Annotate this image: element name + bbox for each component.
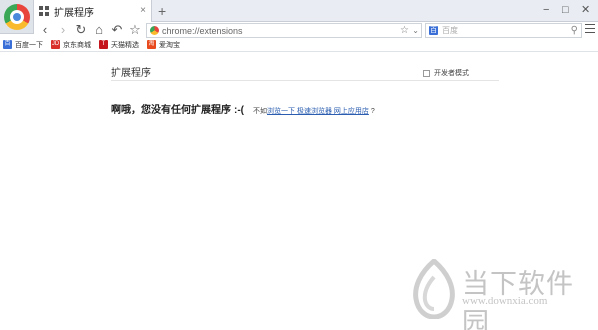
developer-mode-toggle[interactable]: 开发者模式 xyxy=(423,68,469,78)
bookmark-label: 百度一下 xyxy=(15,41,43,49)
maximize-button[interactable]: □ xyxy=(562,3,569,17)
empty-state-message: 啊哦，您没有任何扩展程序 :-( 不如 浏览一下 极速浏览器 网上应用店 ? xyxy=(111,101,375,116)
watermark-url: www.downxia.com xyxy=(462,295,548,307)
tmall-icon: T xyxy=(99,40,108,49)
minimize-button[interactable]: − xyxy=(543,3,549,17)
empty-suffix: ? xyxy=(370,108,375,115)
browser-logo-icon[interactable] xyxy=(0,0,34,34)
bookmark-label: 天猫精选 xyxy=(111,41,139,49)
bookmark-jd[interactable]: JD 京东商城 xyxy=(51,40,91,50)
forward-button[interactable]: › xyxy=(56,22,70,38)
search-box[interactable]: 百 百度 ⚲ xyxy=(425,23,582,38)
baidu-icon: 百 xyxy=(3,40,12,49)
close-window-button[interactable]: ✕ xyxy=(581,3,590,17)
baidu-engine-icon[interactable]: 百 xyxy=(429,26,438,35)
jd-icon: JD xyxy=(51,40,60,49)
home-button[interactable]: ⌂ xyxy=(92,22,106,38)
reload-button[interactable]: ↻ xyxy=(74,22,88,38)
bookmark-tmall[interactable]: T 天猫精选 xyxy=(99,40,139,50)
address-dropdown-icon[interactable]: ⌄ xyxy=(412,24,419,37)
bookmark-star-icon[interactable]: ☆ xyxy=(400,24,409,37)
bookmark-label: 京东商城 xyxy=(63,41,91,49)
favorites-button[interactable]: ☆ xyxy=(128,22,142,38)
toolbar: ‹ › ↻ ⌂ ↶ ☆ chrome://extensions ☆ ⌄ 百 百度… xyxy=(0,22,598,38)
bookmark-taobao[interactable]: 淘 爱淘宝 xyxy=(147,40,180,50)
bookmark-label: 爱淘宝 xyxy=(159,41,180,49)
extensions-grid-icon xyxy=(39,6,49,16)
tab-close-icon[interactable]: × xyxy=(140,5,146,17)
sad-face-text: :-( xyxy=(234,105,244,116)
title-divider xyxy=(111,80,499,81)
tab-strip: 扩展程序 × + − □ ✕ xyxy=(0,0,598,34)
developer-mode-label: 开发者模式 xyxy=(434,70,469,77)
search-placeholder: 百度 xyxy=(442,26,458,35)
undo-close-button[interactable]: ↶ xyxy=(110,22,124,38)
web-store-link[interactable]: 浏览一下 极速浏览器 网上应用店 xyxy=(267,106,369,116)
bookmark-baidu[interactable]: 百 百度一下 xyxy=(3,40,43,50)
developer-mode-checkbox[interactable] xyxy=(423,69,430,77)
tab-extensions[interactable]: 扩展程序 × xyxy=(34,0,152,22)
taobao-icon: 淘 xyxy=(147,40,156,49)
watermark-logo-icon xyxy=(413,259,455,319)
new-tab-button[interactable]: + xyxy=(158,3,166,19)
empty-prefix: 不如 xyxy=(253,108,267,115)
bookmarks-bar: 百 百度一下 JD 京东商城 T 天猫精选 淘 爱淘宝 xyxy=(0,38,598,52)
tab-title: 扩展程序 xyxy=(54,7,94,19)
address-url[interactable]: chrome://extensions xyxy=(162,26,243,36)
back-button[interactable]: ‹ xyxy=(38,22,52,38)
page-icon xyxy=(150,26,159,35)
menu-icon[interactable] xyxy=(585,24,595,34)
search-icon[interactable]: ⚲ xyxy=(571,24,578,37)
address-bar[interactable]: chrome://extensions ☆ ⌄ xyxy=(146,23,422,38)
empty-heading: 啊哦，您没有任何扩展程序 xyxy=(111,105,231,116)
page-title: 扩展程序 xyxy=(111,68,151,79)
